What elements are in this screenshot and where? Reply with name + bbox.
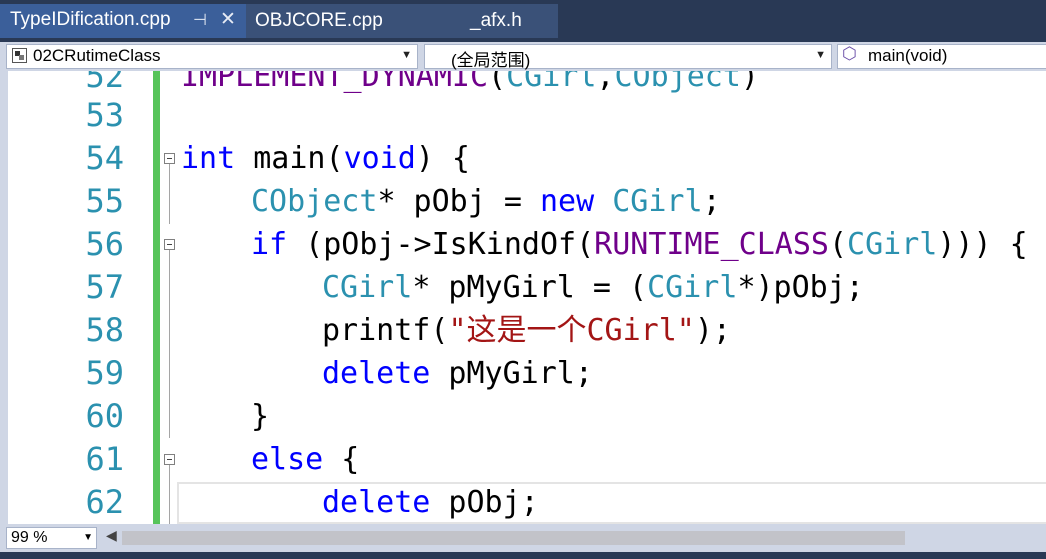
line-number: 61 — [85, 440, 124, 478]
close-icon[interactable]: ✕ — [220, 8, 236, 31]
outline-line — [169, 465, 170, 524]
change-tracking-bar — [153, 71, 160, 524]
code-line-57[interactable]: CGirl* pMyGirl = (CGirl*)pObj; — [322, 266, 864, 309]
member-name: main(void) — [868, 46, 948, 65]
dropdown-arrow-icon[interactable]: ▼ — [401, 49, 412, 61]
line-number: 56 — [85, 225, 124, 263]
collapse-toggle-icon[interactable] — [164, 454, 175, 465]
method-cube-icon: ⬡ — [842, 44, 857, 63]
tab-objcore-cpp[interactable]: OBJCORE.cpp — [246, 4, 442, 38]
project-dropdown[interactable]: 02CRutimeClass ▼ — [6, 44, 418, 69]
line-number: 55 — [85, 182, 124, 220]
code-line-60[interactable]: } — [251, 395, 269, 438]
collapse-toggle-icon[interactable] — [164, 239, 175, 250]
line-number: 59 — [85, 354, 124, 392]
scroll-left-icon[interactable]: ◀ — [106, 528, 117, 544]
code-line-59[interactable]: delete pMyGirl; — [322, 352, 593, 395]
project-name: 02CRutimeClass — [33, 46, 161, 65]
code-line-61[interactable]: else { — [251, 438, 359, 481]
current-line-highlight — [177, 482, 1046, 524]
code-line-52[interactable]: IMPLEMENT_DYNAMIC(CGirl,CObject) — [181, 71, 759, 98]
line-number: 57 — [85, 268, 124, 306]
outline-line — [169, 164, 170, 224]
line-number: 60 — [85, 397, 124, 435]
line-number: 62 — [85, 483, 124, 521]
tab-label: _afx.h — [470, 10, 522, 31]
code-line-56[interactable]: if (pObj->IsKindOf(RUNTIME_CLASS(CGirl))… — [251, 223, 1028, 266]
tab-label: TypeIDification.cpp — [10, 9, 171, 30]
zoom-dropdown[interactable]: 99 % ▼ — [6, 527, 97, 549]
dropdown-arrow-icon[interactable]: ▼ — [83, 532, 93, 543]
dropdown-arrow-icon[interactable]: ▼ — [815, 49, 826, 61]
tab-typeidification-cpp[interactable]: TypeIDification.cpp ⊣ ✕ — [0, 4, 246, 38]
line-number: 54 — [85, 139, 124, 177]
window-bottom-border — [0, 552, 1046, 559]
code-editor[interactable]: 52 53 54 55 56 57 58 59 60 61 62 IMPLEME… — [0, 71, 1046, 524]
tab-label: OBJCORE.cpp — [255, 10, 383, 31]
collapse-toggle-icon[interactable] — [164, 153, 175, 164]
code-line-58[interactable]: printf("这是一个CGirl"); — [322, 309, 731, 352]
zoom-level: 99 % — [11, 529, 48, 546]
code-line-54[interactable]: int main(void) { — [181, 137, 470, 180]
navigation-bar: 02CRutimeClass ▼ (全局范围) ▼ ⬡ main(void) — [0, 42, 1046, 71]
horizontal-scrollbar-thumb[interactable] — [122, 531, 905, 545]
line-number: 53 — [85, 96, 124, 134]
class-icon — [12, 48, 27, 63]
member-dropdown[interactable]: ⬡ main(void) — [837, 44, 1046, 69]
line-number: 58 — [85, 311, 124, 349]
scope-dropdown[interactable]: (全局范围) ▼ — [424, 44, 832, 70]
code-line-55[interactable]: CObject* pObj = new CGirl; — [251, 180, 721, 223]
scope-name: (全局范围) — [451, 51, 531, 70]
code-line-62[interactable]: delete pObj; — [322, 481, 539, 524]
tab-afx-h[interactable]: _afx.h — [442, 4, 558, 38]
document-tab-bar: TypeIDification.cpp ⊣ ✕ OBJCORE.cpp _afx… — [0, 0, 1046, 42]
editor-left-margin — [0, 71, 8, 524]
outline-line — [169, 250, 170, 438]
pin-icon[interactable]: ⊣ — [193, 10, 207, 30]
editor-status-bar: 99 % ▼ ◀ — [0, 524, 1046, 552]
